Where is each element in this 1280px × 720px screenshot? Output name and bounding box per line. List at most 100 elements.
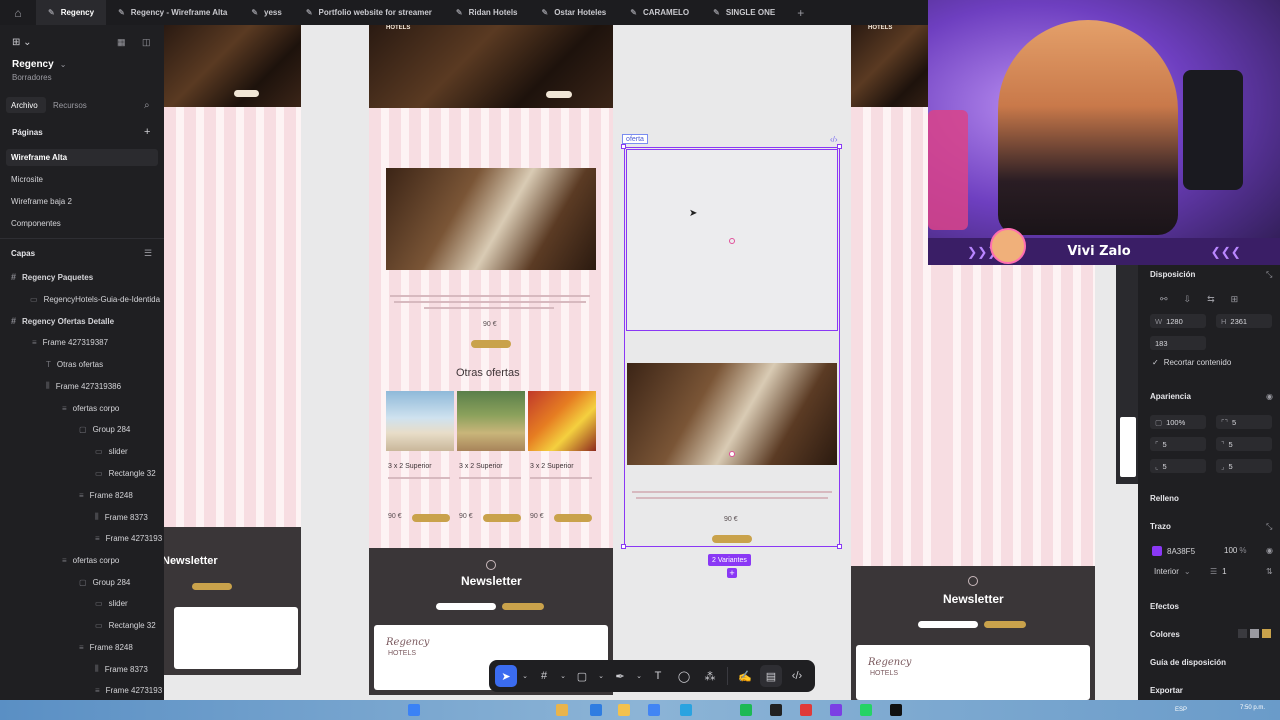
add-page-icon[interactable]: + [144, 124, 156, 140]
tab-regency[interactable]: ✎ Regency [36, 0, 107, 25]
tab-single-one[interactable]: ✎ SINGLE ONE [701, 0, 787, 25]
eye-icon[interactable]: ◉ [1266, 392, 1273, 401]
tab-ostar[interactable]: ✎ Ostar Hoteles [530, 0, 619, 25]
newsletter-button[interactable] [502, 603, 544, 610]
folder-icon[interactable] [618, 704, 630, 716]
offer-card-image[interactable] [528, 391, 596, 451]
tab-yess[interactable]: ✎ yess [239, 0, 294, 25]
layer-item[interactable]: ▭ Rectangle 32 [95, 465, 164, 481]
collapse-icon[interactable]: ⤡ [1266, 270, 1272, 280]
layer-item[interactable]: ▢ Group 284 [79, 421, 164, 437]
color-swatch[interactable] [1250, 629, 1259, 638]
radius-bl-field[interactable]: ⌞ 5 [1150, 459, 1206, 473]
resize-handle[interactable] [837, 144, 842, 149]
layer-item[interactable]: ≡ Frame 427319387 [32, 334, 164, 350]
app-icon[interactable] [590, 704, 602, 716]
stroke-swatch[interactable] [1152, 546, 1162, 556]
code-icon[interactable]: ‹/› [786, 665, 808, 687]
layer-item[interactable]: ⫼ Frame 8373 [95, 509, 164, 525]
layer-item[interactable]: ⫼ Frame 8373 [95, 661, 164, 677]
spotify-icon[interactable] [740, 704, 752, 716]
adjust-icon[interactable]: ⇅ [1266, 567, 1273, 576]
layer-item[interactable]: ≡ Frame 4273193 [95, 530, 164, 546]
stroke-color-field[interactable]: 8A38F5 [1152, 546, 1195, 556]
browser-icon[interactable] [648, 704, 660, 716]
layer-item[interactable]: T Otras ofertas [46, 356, 164, 372]
components-icon[interactable]: ⁂ [699, 665, 721, 687]
menu-icon[interactable]: ⊞ ⌄ [12, 34, 52, 50]
height-field[interactable]: H 2361 [1216, 314, 1272, 328]
resize-handle[interactable] [621, 544, 626, 549]
language-indicator[interactable]: ESP [1175, 707, 1187, 713]
newsletter-button[interactable] [192, 583, 232, 590]
inspect-icon[interactable]: ▤ [760, 665, 782, 687]
text-icon[interactable]: T [647, 665, 669, 687]
tab-archivo[interactable]: Archivo [6, 97, 46, 113]
board-hero-image[interactable] [369, 25, 613, 108]
page-item[interactable]: Wireframe Alta [6, 149, 158, 166]
add-tab-icon[interactable]: + [787, 6, 814, 20]
variant-button[interactable] [712, 535, 752, 543]
offer-card-button[interactable] [483, 514, 521, 522]
layer-item[interactable]: ▭ RegencyHotels-Guia-de-Identida [30, 291, 164, 307]
newsletter-email-input[interactable] [436, 603, 496, 610]
layer-item[interactable]: ≡ Frame 8248 [79, 639, 164, 655]
tab-recursos[interactable]: Recursos [53, 97, 103, 113]
chevron-down-icon[interactable]: ⌄ [521, 665, 529, 687]
resize-handle[interactable] [837, 544, 842, 549]
board-page-body[interactable] [941, 265, 1095, 566]
gap-field[interactable]: 183 [1150, 336, 1206, 350]
color-swatch[interactable] [1238, 629, 1247, 638]
offer-card-button[interactable] [412, 514, 450, 522]
tab-regency-wireframe[interactable]: ✎ Regency - Wireframe Alta [106, 0, 239, 25]
home-icon[interactable]: ⌂ [0, 0, 36, 25]
radius-field[interactable]: ⌜⌝ 5 [1216, 415, 1272, 429]
layer-item[interactable]: ≡ ofertas corpo [62, 552, 164, 568]
eye-icon[interactable]: ◉ [1266, 546, 1273, 555]
selection-label[interactable]: oferta [622, 134, 648, 144]
pen-icon[interactable]: ✒ [609, 665, 631, 687]
offer-card-button[interactable] [554, 514, 592, 522]
stroke-options-icon[interactable]: ⤡ [1266, 522, 1272, 532]
layer-item[interactable]: ▭ Rectangle 32 [95, 617, 164, 633]
app-icon[interactable] [800, 704, 812, 716]
dev-mode-icon[interactable]: ✍ [734, 665, 756, 687]
telegram-icon[interactable] [680, 704, 692, 716]
chevron-down-icon[interactable]: ⌄ [597, 665, 605, 687]
tab-portfolio[interactable]: ✎ Portfolio website for streamer [294, 0, 444, 25]
layer-item[interactable]: # Regency Paquetes [11, 269, 164, 285]
offer-card-image[interactable] [457, 391, 525, 451]
layer-item[interactable]: ⫼ Frame 427319386 [46, 378, 164, 394]
layer-item[interactable]: ▭ slider [95, 595, 164, 611]
windows-icon[interactable] [408, 704, 420, 716]
resize-handle[interactable] [621, 144, 626, 149]
layout-flex-icon[interactable]: ⚯ [1160, 294, 1168, 305]
frame-icon[interactable]: # [533, 665, 555, 687]
newsletter-email-input[interactable] [918, 621, 978, 628]
tab-caramelo[interactable]: ✎ CARAMELO [618, 0, 701, 25]
tab-ridan[interactable]: ✎ Ridan Hotels [444, 0, 530, 25]
tiktok-icon[interactable] [890, 704, 902, 716]
opacity-field[interactable]: ▢ 100% [1150, 415, 1206, 429]
hero-button[interactable] [234, 90, 259, 97]
radius-br-field[interactable]: ⌟ 5 [1216, 459, 1272, 473]
variants-badge[interactable]: 2 Variantes [708, 554, 751, 566]
app-icon[interactable] [556, 704, 568, 716]
layer-item[interactable]: ▭ slider [95, 443, 164, 459]
stroke-width-field[interactable]: ☰ 1 [1210, 567, 1227, 576]
layer-item[interactable]: # Regency Ofertas Detalle [11, 313, 164, 329]
clip-content-checkbox[interactable]: ✓ Recortar contenido [1152, 358, 1231, 367]
stroke-position-select[interactable]: Interior ⌄ [1154, 567, 1191, 576]
layer-item[interactable]: ≡ Frame 8248 [79, 487, 164, 503]
radius-tr-field[interactable]: ⌝ 5 [1216, 437, 1272, 451]
chevron-down-icon[interactable]: ⌄ [635, 665, 643, 687]
page-item[interactable]: Componentes [11, 215, 164, 231]
wrap-icon[interactable]: ⇆ [1207, 294, 1215, 305]
width-field[interactable]: W 1280 [1150, 314, 1206, 328]
panel-icon[interactable]: ◫ [142, 34, 154, 50]
rect-icon[interactable]: ▢ [571, 665, 593, 687]
chevron-down-icon[interactable]: ⌄ [559, 665, 567, 687]
pointer-icon[interactable]: ➤ [495, 665, 517, 687]
board-hero-image[interactable] [164, 25, 301, 107]
offer-main-image[interactable] [386, 168, 596, 270]
